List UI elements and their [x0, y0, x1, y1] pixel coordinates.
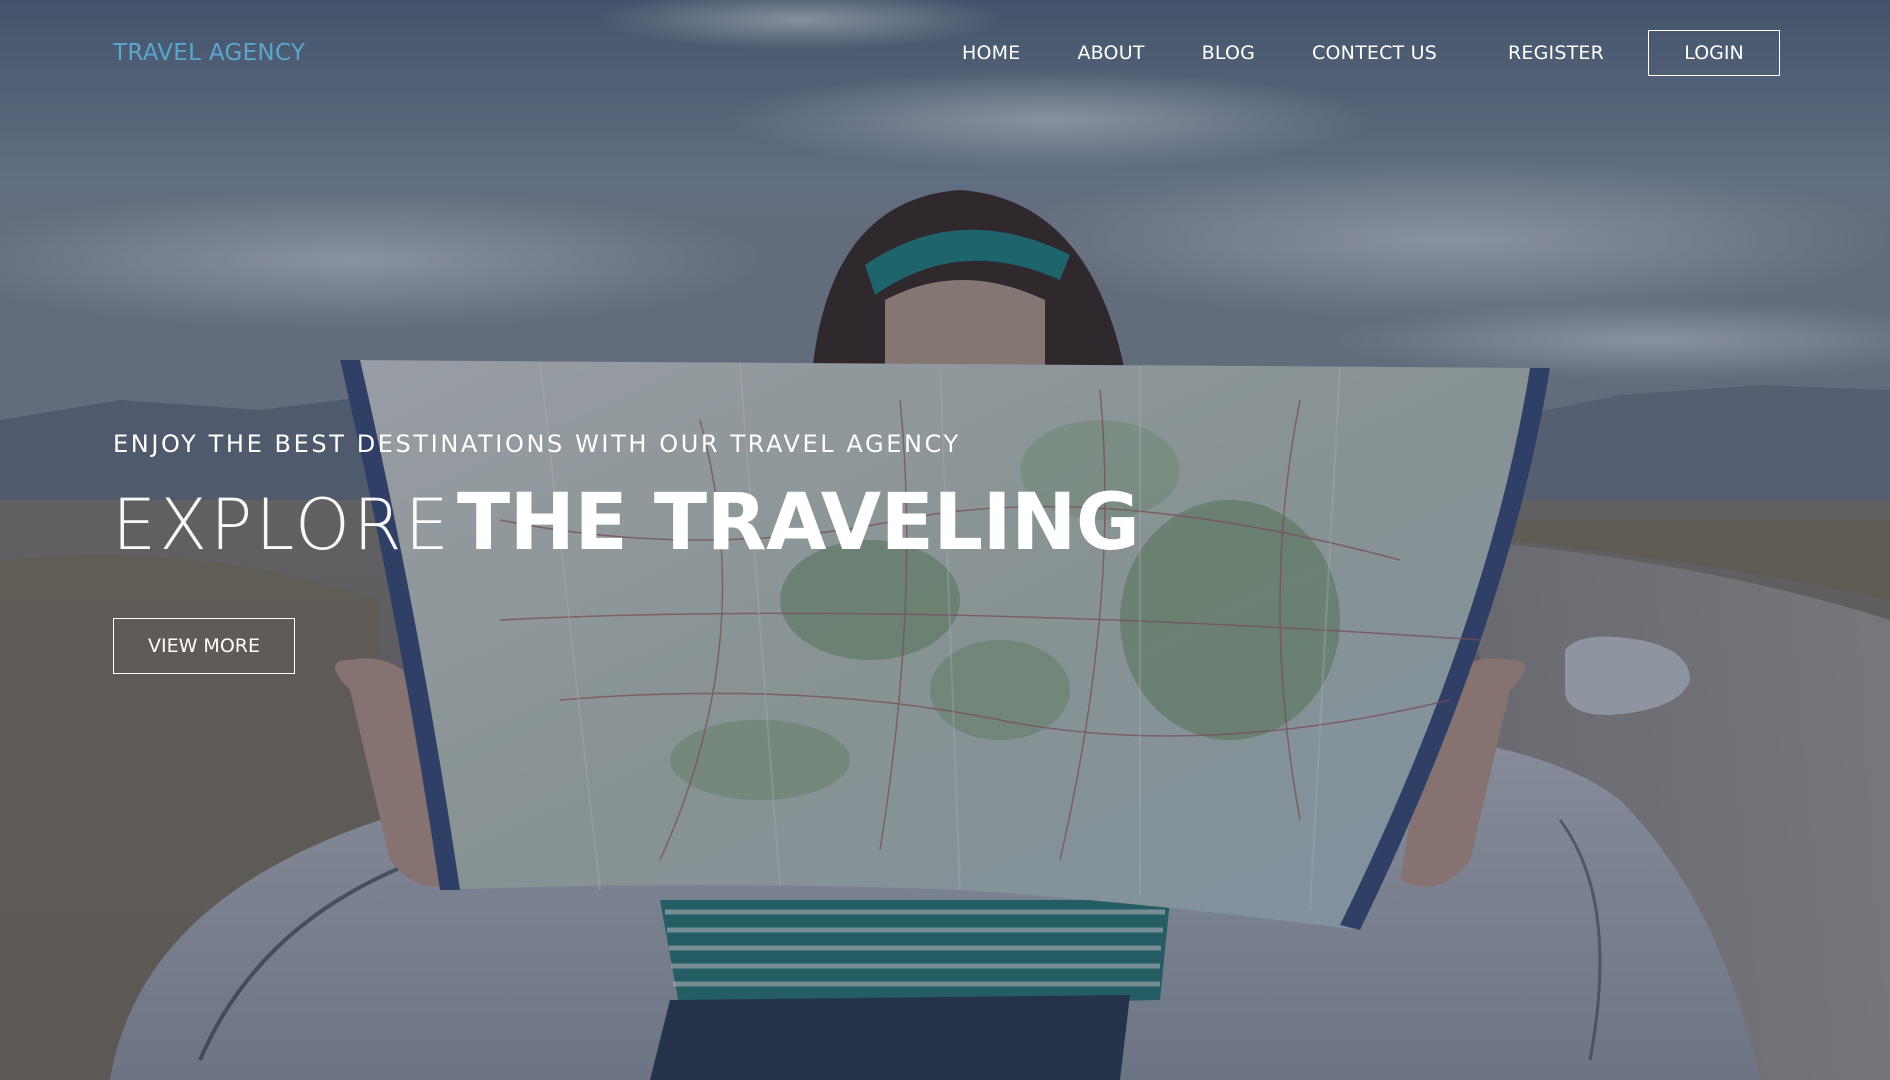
hero-headline: EXPLORE THE TRAVELING: [112, 478, 1140, 568]
brand-logo[interactable]: TRAVEL AGENCY: [113, 40, 305, 66]
headline-bold-part: THE TRAVELING: [456, 478, 1140, 568]
hero-tagline: ENJOY THE BEST DESTINATIONS WITH OUR TRA…: [113, 430, 961, 458]
view-more-button[interactable]: VIEW MORE: [113, 618, 295, 674]
main-navigation: HOME ABOUT BLOG CONTECT US REGISTER LOGI…: [962, 28, 1780, 78]
nav-about[interactable]: ABOUT: [1077, 42, 1144, 64]
hero-section: TRAVEL AGENCY HOME ABOUT BLOG CONTECT US…: [0, 0, 1890, 1080]
nav-contact[interactable]: CONTECT US: [1312, 42, 1437, 64]
login-button[interactable]: LOGIN: [1648, 30, 1780, 76]
headline-light-part: EXPLORE: [112, 484, 452, 566]
nav-register[interactable]: REGISTER: [1508, 42, 1604, 64]
nav-home[interactable]: HOME: [962, 42, 1020, 64]
nav-blog[interactable]: BLOG: [1202, 42, 1255, 64]
